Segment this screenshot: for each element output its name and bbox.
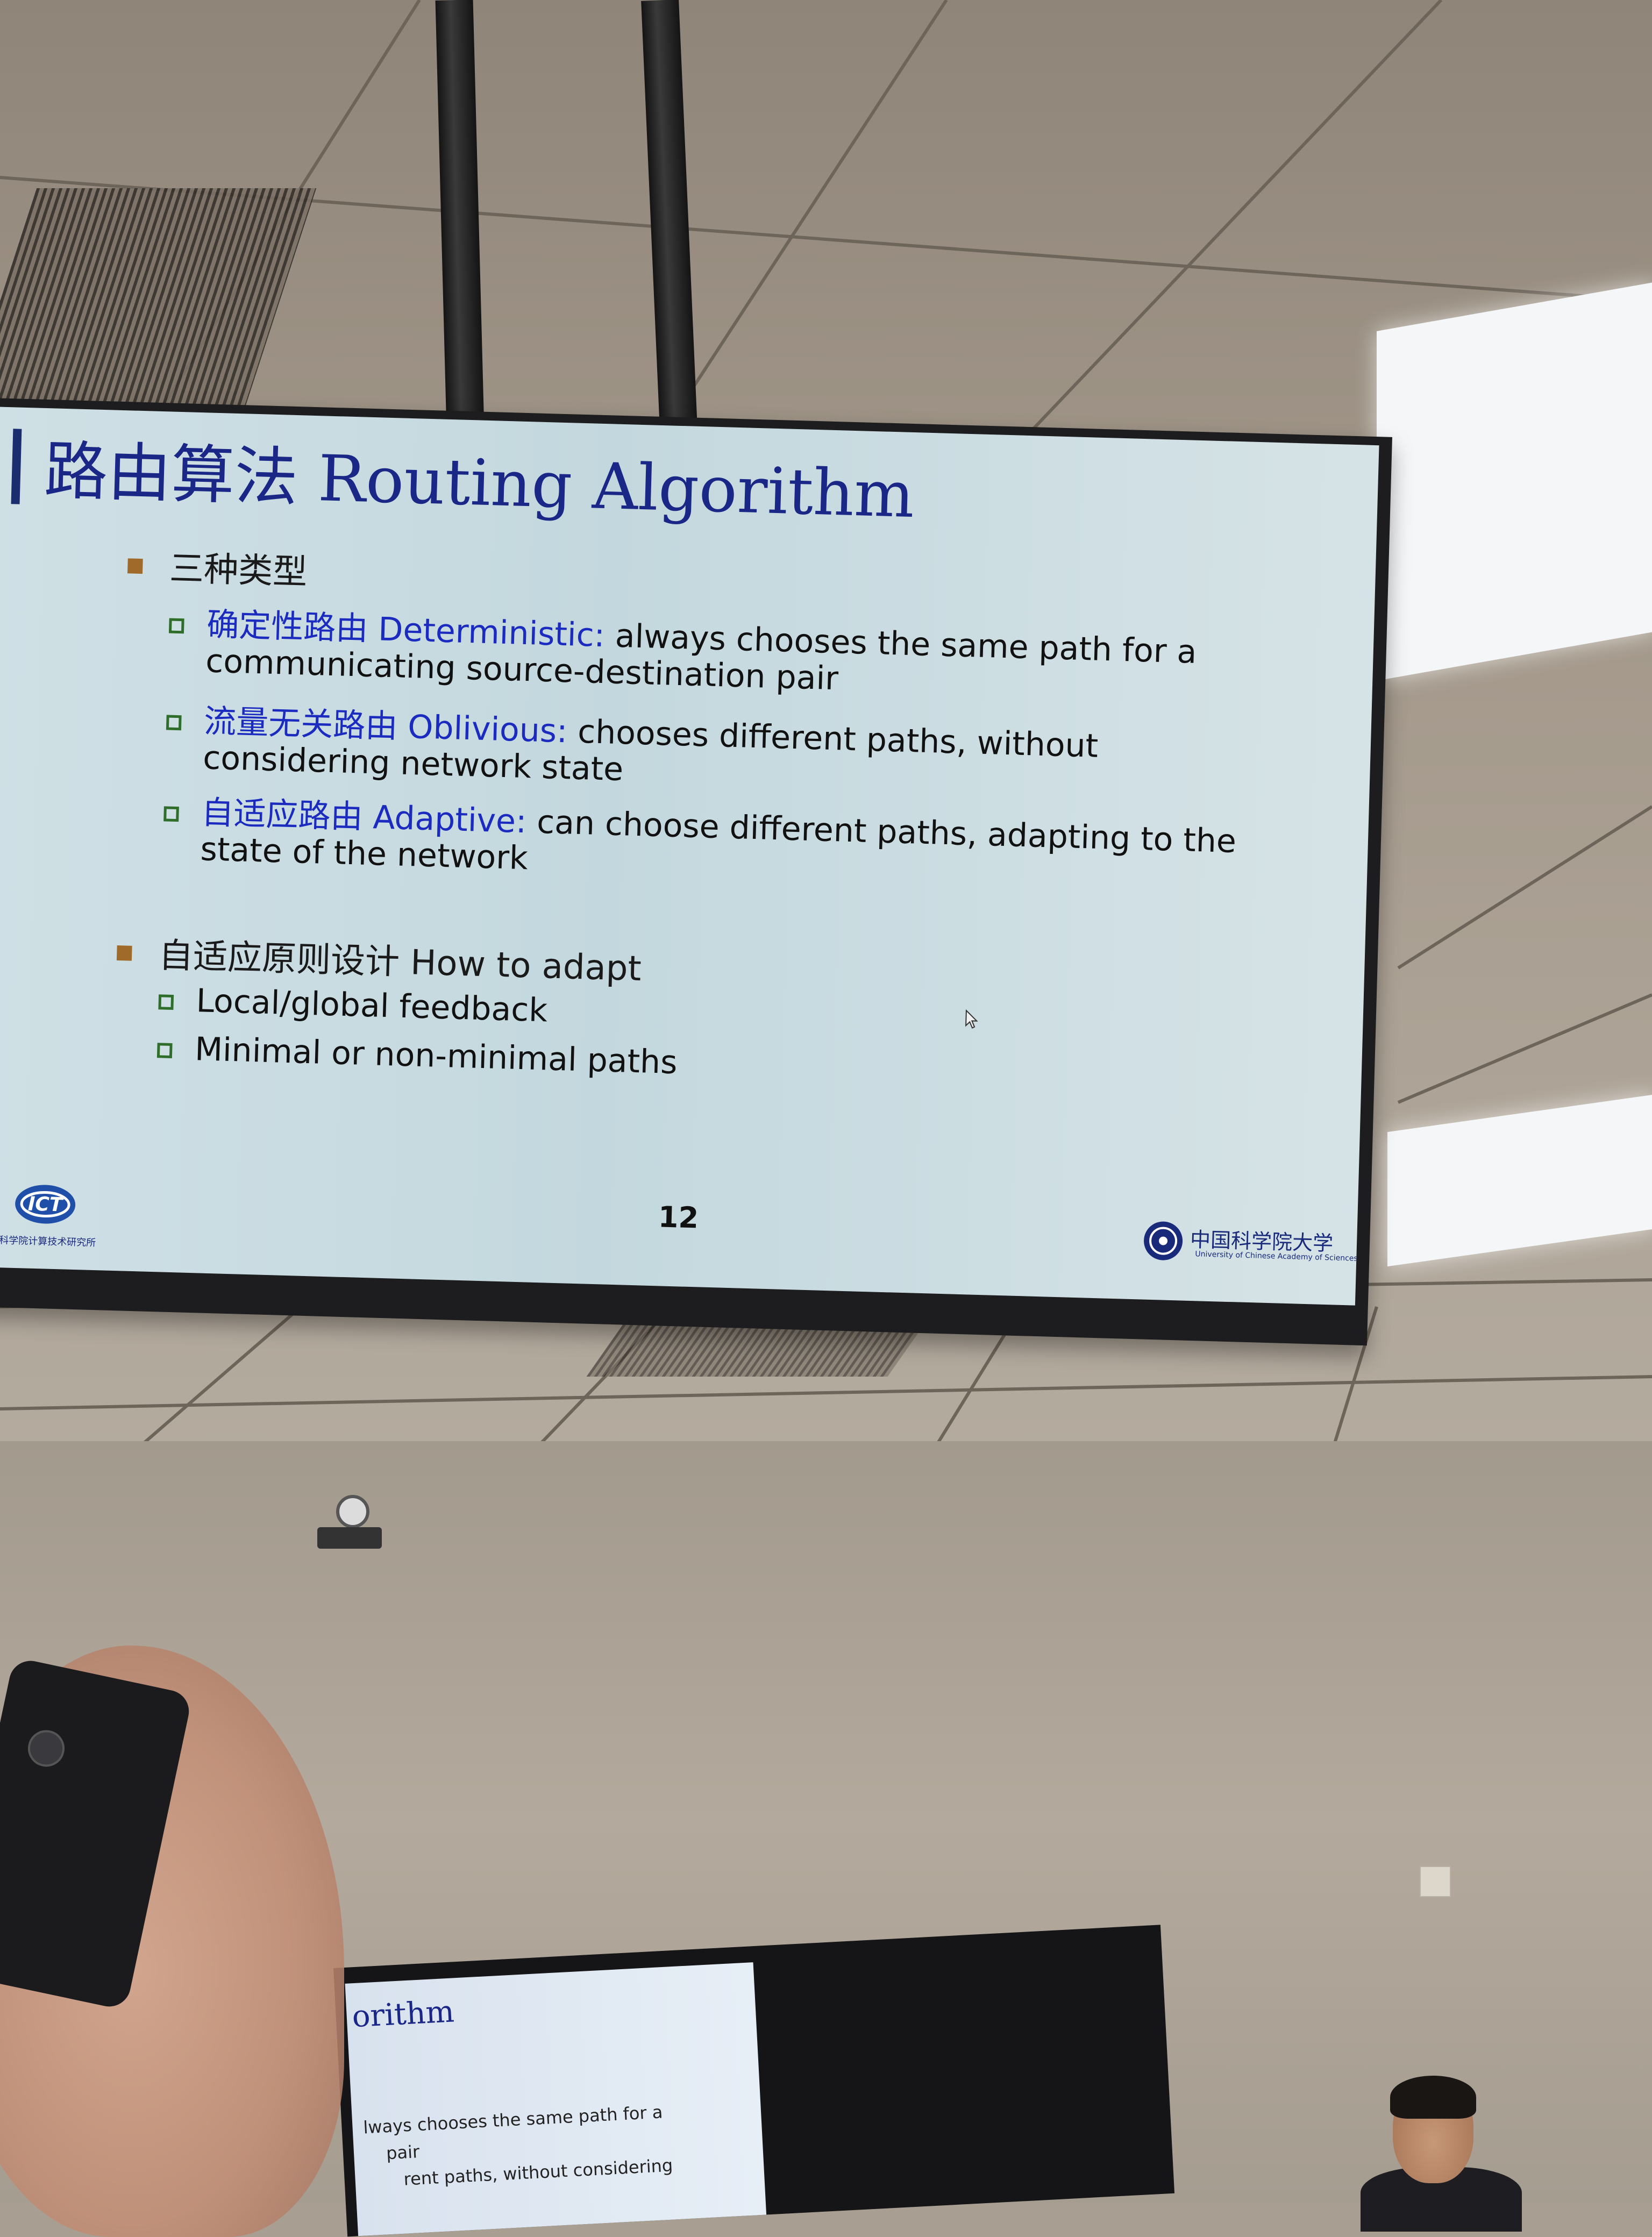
ucas-logo-subtitle: University of Chinese Academy of Science… (1195, 1250, 1358, 1263)
bullet-heading: 三种类型 (127, 539, 308, 594)
sub-bullet-marker (158, 994, 174, 1010)
ict-logo-icon: ICT (15, 1185, 76, 1224)
secondary-slide-title: orithm (351, 1994, 455, 2035)
lecturer (1361, 2076, 1522, 2232)
list-item: 自适应路由 Adaptive: can choose different pat… (163, 794, 1277, 897)
camera-lens (336, 1495, 369, 1528)
ceiling-light (1377, 282, 1652, 681)
sub-bullet-marker (156, 1043, 173, 1058)
title-accent-bar (11, 429, 22, 504)
svg-text:ICT: ICT (27, 1193, 64, 1216)
presentation-slide: 路由算法 Routing Algorithm 三种类型 确定性路由 Determ… (0, 407, 1379, 1306)
bullet-marker (127, 558, 143, 574)
secondary-slide: orithm lways chooses the same path for a… (345, 1962, 767, 2236)
bullet-heading-text: 自适应原则设计 How to adapt (158, 936, 642, 989)
bullet-heading-text: 三种类型 (169, 548, 308, 593)
list-item: 确定性路由 Deterministic: always chooses the … (168, 605, 1283, 709)
slide-title: 路由算法 Routing Algorithm (43, 433, 916, 532)
bullet-heading: 自适应原则设计 How to adapt (116, 927, 642, 991)
camera-mount (317, 1527, 382, 1549)
sub-bullet-marker (166, 715, 182, 731)
lecturer-hair (1390, 2076, 1476, 2119)
secondary-slide-line: rent paths, without considering (403, 2155, 674, 2190)
security-camera (317, 1495, 382, 1554)
sub-bullet-marker (168, 618, 184, 634)
secondary-display: orithm lways chooses the same path for a… (333, 1925, 1175, 2237)
list-item: 流量无关路由 Oblivious: chooses different path… (166, 702, 1280, 806)
mouse-cursor-icon (965, 1009, 978, 1029)
item-text: Local/global feedback (195, 982, 548, 1030)
secondary-slide-line: pair (386, 2141, 421, 2164)
phone-camera-icon (24, 1727, 68, 1770)
ucas-logo-icon (1144, 1221, 1183, 1260)
bullet-marker (116, 945, 132, 961)
ict-logo-text: 中国科学院计算技术研究所 (0, 1234, 96, 1249)
wall-outlet (1420, 1866, 1451, 1897)
item-text: Minimal or non-minimal paths (194, 1030, 678, 1082)
main-display: 路由算法 Routing Algorithm 三种类型 确定性路由 Determ… (0, 398, 1392, 1346)
sub-bullet-marker (163, 806, 179, 822)
page-number: 12 (658, 1200, 699, 1235)
secondary-slide-line: lways chooses the same path for a (362, 2101, 664, 2138)
